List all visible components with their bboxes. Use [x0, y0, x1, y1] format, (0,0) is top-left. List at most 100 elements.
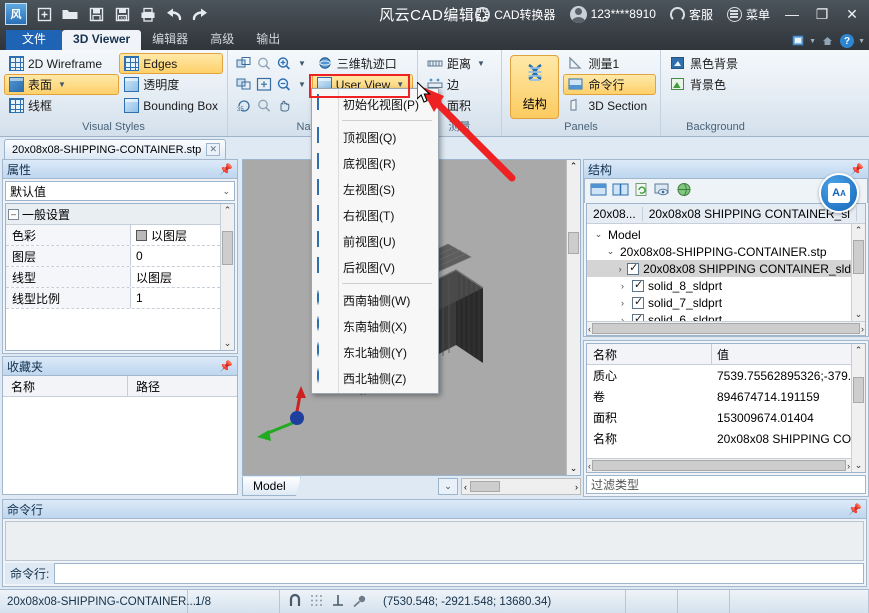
- menu-item-top-view[interactable]: 顶视图(Q): [312, 124, 438, 150]
- tree-horizontal-scrollbar[interactable]: ‹ ›: [587, 321, 865, 335]
- pin-icon[interactable]: 📌: [219, 360, 233, 373]
- view-dropdown-menu[interactable]: 初始化视图(P) 顶视图(Q) 底视图(R) 左视图(S) 右视图(T) 前视图…: [311, 88, 439, 394]
- osnap-icon[interactable]: [288, 593, 302, 611]
- structure-tree[interactable]: ⌄ Model ⌄ 20x08x08-SHIPPING-CONTAINER.st…: [587, 224, 851, 321]
- property-value-cell[interactable]: 以图层: [131, 227, 220, 244]
- document-tab[interactable]: 20x08x08-SHIPPING-CONTAINER.stp ✕: [4, 139, 227, 159]
- save-icon[interactable]: [83, 3, 109, 25]
- scrollbar-thumb[interactable]: [470, 481, 500, 492]
- globe-icon[interactable]: [676, 182, 693, 200]
- menu-item-nw-isometric[interactable]: 西北轴侧(Z): [312, 365, 438, 391]
- zoom-in-icon[interactable]: [276, 56, 292, 72]
- surface-caret-icon[interactable]: ▼: [58, 80, 66, 89]
- checkbox[interactable]: [627, 261, 640, 275]
- breadcrumb-item-1[interactable]: 20x08x08 SHIPPING CONTAINER_sl: [643, 206, 857, 221]
- button-wireframe[interactable]: 线框: [4, 95, 119, 116]
- table-row[interactable]: 名称 20x08x08 SHIPPING CO: [587, 428, 851, 449]
- zoom-extents-icon[interactable]: [256, 77, 272, 93]
- menu-item-right-view[interactable]: 右视图(T): [312, 202, 438, 228]
- zoom-window-icon[interactable]: [256, 56, 272, 72]
- chevron-down-icon[interactable]: ⌄: [593, 229, 604, 240]
- tree-node-model[interactable]: ⌄ Model: [587, 226, 851, 243]
- checkbox[interactable]: [632, 312, 644, 321]
- button-command-line[interactable]: 命令行: [563, 74, 656, 95]
- scroll-down-icon[interactable]: ⌄: [224, 338, 232, 349]
- menu-item-sw-isometric[interactable]: 西南轴侧(W): [312, 287, 438, 313]
- chevron-right-icon[interactable]: ›: [617, 298, 628, 308]
- zoom-out-caret-icon[interactable]: ▼: [298, 80, 306, 89]
- refresh-icon[interactable]: [634, 182, 649, 200]
- button-black-background[interactable]: 黑色背景: [665, 53, 766, 74]
- zoom-in-caret-icon[interactable]: ▼: [298, 59, 306, 68]
- support-button[interactable]: 客服: [663, 1, 720, 27]
- menu-item-initial-view[interactable]: 初始化视图(P): [312, 91, 438, 117]
- new-file-icon[interactable]: [31, 3, 57, 25]
- properties-group-row[interactable]: – 一般设置: [6, 204, 220, 225]
- table-row[interactable]: 面积 153009674.01404: [587, 407, 851, 428]
- scrollbar-thumb[interactable]: [222, 231, 233, 265]
- cad-converter-button[interactable]: CAD转换器: [468, 1, 562, 27]
- undo-icon[interactable]: [161, 3, 187, 25]
- scroll-right-icon[interactable]: ›: [861, 324, 864, 334]
- properties-vertical-scrollbar[interactable]: ⌃ ⌄: [220, 204, 234, 350]
- table-row[interactable]: 图层 0: [6, 246, 220, 267]
- viewport-tab-model[interactable]: Model: [242, 477, 301, 496]
- help-icon[interactable]: ?: [838, 33, 856, 49]
- split-horizontal-icon[interactable]: [590, 182, 607, 200]
- scroll-up-icon[interactable]: ⌃: [855, 225, 863, 236]
- breadcrumb-item-0[interactable]: 20x08...: [587, 206, 643, 221]
- polar-icon[interactable]: [352, 593, 368, 611]
- chevron-right-icon[interactable]: ›: [617, 264, 623, 274]
- tree-node-selected[interactable]: › 20x08x08 SHIPPING CONTAINER_sld: [587, 260, 851, 277]
- scrollbar-thumb[interactable]: [592, 460, 847, 471]
- translate-icon[interactable]: AA: [819, 173, 859, 213]
- tree-node-solid-8[interactable]: › solid_8_sldprt: [587, 277, 851, 294]
- scroll-up-icon[interactable]: ⌃: [570, 161, 578, 172]
- close-button[interactable]: ✕: [837, 0, 867, 28]
- scroll-down-icon[interactable]: ⌄: [570, 463, 578, 474]
- properties-vertical-scrollbar[interactable]: ⌃ ⌄: [851, 344, 865, 472]
- button-background-color[interactable]: 背景色: [665, 74, 766, 95]
- zoom-previous-icon[interactable]: [236, 77, 252, 93]
- button-3d-orbit[interactable]: 三维轨迹口: [312, 53, 413, 74]
- tree-node-solid-6[interactable]: › solid_6_sldprt: [587, 311, 851, 321]
- tab-output[interactable]: 输出: [245, 30, 291, 50]
- filter-type-input[interactable]: 过滤类型: [586, 475, 866, 494]
- grid-icon[interactable]: [309, 593, 324, 611]
- tab-file[interactable]: 文件: [6, 30, 63, 50]
- scroll-up-icon[interactable]: ⌃: [224, 205, 232, 216]
- pin-icon[interactable]: 📌: [219, 163, 233, 176]
- scroll-left-icon[interactable]: ‹: [588, 461, 591, 471]
- scrollbar-thumb[interactable]: [568, 231, 579, 254]
- print-icon[interactable]: [135, 3, 161, 25]
- scroll-up-icon[interactable]: ⌃: [855, 345, 863, 356]
- home-icon[interactable]: [818, 33, 836, 49]
- command-input[interactable]: [54, 563, 864, 584]
- preview-icon[interactable]: [654, 182, 671, 200]
- account-button[interactable]: 123****8910: [563, 1, 663, 27]
- menu-item-se-isometric[interactable]: 东南轴侧(X): [312, 313, 438, 339]
- help-caret-icon[interactable]: ▼: [858, 38, 865, 45]
- menu-item-ne-isometric[interactable]: 东北轴侧(Y): [312, 339, 438, 365]
- checkbox[interactable]: [632, 278, 644, 292]
- button-surface[interactable]: 表面 ▼: [4, 74, 120, 95]
- redo-icon[interactable]: [187, 3, 213, 25]
- open-folder-icon[interactable]: [57, 3, 83, 25]
- ortho-icon[interactable]: [331, 593, 345, 611]
- button-transparency[interactable]: 透明度: [119, 74, 223, 95]
- tree-node-stp[interactable]: ⌄ 20x08x08-SHIPPING-CONTAINER.stp: [587, 243, 851, 260]
- scroll-down-icon[interactable]: ⌄: [855, 309, 863, 320]
- pan-hand-icon[interactable]: [276, 98, 292, 114]
- favorites-list[interactable]: [3, 397, 237, 494]
- rotate-35-icon[interactable]: 35: [236, 98, 252, 114]
- scroll-down-icon[interactable]: ⌄: [855, 460, 863, 471]
- button-bounding-box[interactable]: Bounding Box: [119, 95, 223, 116]
- button-distance[interactable]: 距离 ▼: [422, 53, 497, 74]
- scroll-left-icon[interactable]: ‹: [462, 482, 469, 492]
- menu-item-left-view[interactable]: 左视图(S): [312, 176, 438, 202]
- tab-editor[interactable]: 编辑器: [141, 30, 199, 50]
- scroll-right-icon[interactable]: ›: [847, 461, 850, 471]
- viewport-horizontal-scrollbar[interactable]: ‹ ›: [461, 478, 581, 495]
- chevron-down-icon[interactable]: ⌄: [605, 246, 616, 257]
- zoom-region-icon[interactable]: [256, 98, 272, 114]
